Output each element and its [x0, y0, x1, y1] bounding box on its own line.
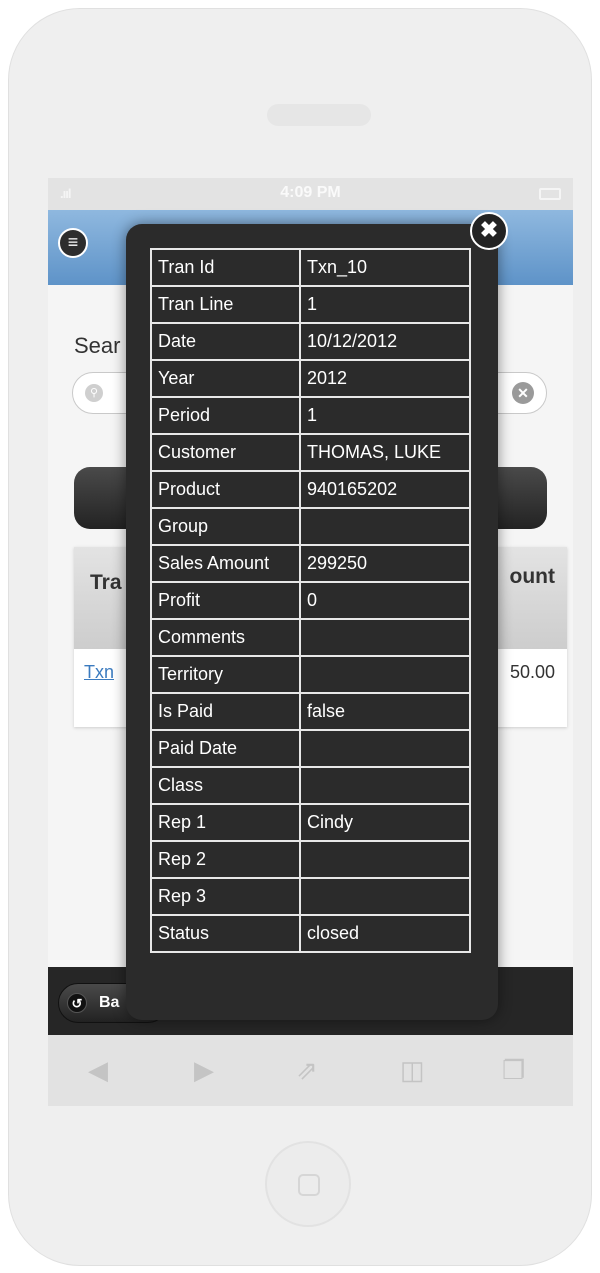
- home-square-icon: [298, 1174, 320, 1196]
- detail-label: Rep 1: [150, 803, 301, 842]
- detail-row: Group: [150, 507, 471, 546]
- details-table: Tran Id Txn_10 Tran Line 1 Date 10/12/2012 Yea…: [150, 248, 471, 953]
- detail-row: Comments: [150, 618, 471, 657]
- battery-icon: [539, 188, 561, 200]
- detail-label: Status: [150, 914, 301, 953]
- detail-label: Year: [150, 359, 301, 398]
- detail-row: Class: [150, 766, 471, 805]
- detail-label: Customer: [150, 433, 301, 472]
- detail-row: Rep 3: [150, 877, 471, 916]
- detail-label: Rep 2: [150, 840, 301, 879]
- menu-icon[interactable]: ≡: [58, 228, 88, 258]
- detail-value: [299, 618, 471, 657]
- detail-value: THOMAS, LUKE: [299, 433, 471, 472]
- row-amount: 50.00: [509, 662, 555, 682]
- detail-label: Class: [150, 766, 301, 805]
- detail-value: [299, 729, 471, 768]
- browser-toolbar: ◀ ▶ ⇗ ◫ ❐: [48, 1035, 573, 1106]
- detail-value: closed: [299, 914, 471, 953]
- tabs-icon[interactable]: ❐: [502, 1055, 525, 1086]
- triangle-right-icon[interactable]: ▶: [194, 1055, 214, 1086]
- detail-label: Rep 3: [150, 877, 301, 916]
- detail-label: Tran Id: [150, 248, 301, 287]
- row-link-tran-id[interactable]: Txn: [84, 662, 114, 683]
- header-amount: ount: [509, 565, 555, 588]
- detail-value: 1: [299, 396, 471, 435]
- search-icon: ⚲: [85, 384, 103, 402]
- detail-row: Year 2012: [150, 359, 471, 398]
- detail-value: [299, 840, 471, 879]
- detail-value: 299250: [299, 544, 471, 583]
- detail-value: [299, 655, 471, 694]
- detail-row: Tran Id Txn_10: [150, 248, 471, 287]
- home-button[interactable]: [265, 1141, 351, 1227]
- detail-row: Date 10/12/2012: [150, 322, 471, 361]
- share-icon[interactable]: ⇗: [296, 1055, 318, 1086]
- detail-row: Paid Date: [150, 729, 471, 768]
- detail-value: 10/12/2012: [299, 322, 471, 361]
- detail-value: 1: [299, 285, 471, 324]
- detail-value: 2012: [299, 359, 471, 398]
- detail-label: Sales Amount: [150, 544, 301, 583]
- search-label: Sear: [74, 333, 121, 358]
- detail-value: 940165202: [299, 470, 471, 509]
- detail-label: Paid Date: [150, 729, 301, 768]
- detail-row: Rep 1 Cindy: [150, 803, 471, 842]
- detail-row: Product 940165202: [150, 470, 471, 509]
- detail-value: [299, 507, 471, 546]
- detail-label: Is Paid: [150, 692, 301, 731]
- detail-row: Profit 0: [150, 581, 471, 620]
- detail-row: Sales Amount 299250: [150, 544, 471, 583]
- detail-label: Date: [150, 322, 301, 361]
- detail-value: [299, 766, 471, 805]
- detail-value: Cindy: [299, 803, 471, 842]
- detail-label: Territory: [150, 655, 301, 694]
- detail-value: 0: [299, 581, 471, 620]
- close-icon[interactable]: ✖: [470, 212, 508, 250]
- detail-label: Product: [150, 470, 301, 509]
- back-icon: ↺: [67, 993, 87, 1013]
- detail-value: false: [299, 692, 471, 731]
- detail-row: Is Paid false: [150, 692, 471, 731]
- detail-label: Profit: [150, 581, 301, 620]
- detail-row: Period 1: [150, 396, 471, 435]
- detail-row: Tran Line 1: [150, 285, 471, 324]
- detail-row: Rep 2: [150, 840, 471, 879]
- back-label: Ba: [99, 994, 120, 1011]
- detail-label: Period: [150, 396, 301, 435]
- detail-value: Txn_10: [299, 248, 471, 287]
- detail-label: Tran Line: [150, 285, 301, 324]
- status-time: 4:09 PM: [280, 184, 341, 201]
- detail-row: Customer THOMAS, LUKE: [150, 433, 471, 472]
- detail-label: Comments: [150, 618, 301, 657]
- detail-row: Status closed: [150, 914, 471, 953]
- details-popup: Tran Id Txn_10 Tran Line 1 Date 10/12/2012 Yea…: [126, 224, 498, 1020]
- clear-icon[interactable]: ✕: [512, 382, 534, 404]
- book-icon[interactable]: ◫: [400, 1055, 425, 1086]
- status-bar: .ııl 4:09 PM: [48, 178, 573, 210]
- detail-value: [299, 877, 471, 916]
- triangle-left-icon[interactable]: ◀: [88, 1055, 108, 1086]
- detail-label: Group: [150, 507, 301, 546]
- speaker-slot: [267, 104, 371, 126]
- detail-row: Territory: [150, 655, 471, 694]
